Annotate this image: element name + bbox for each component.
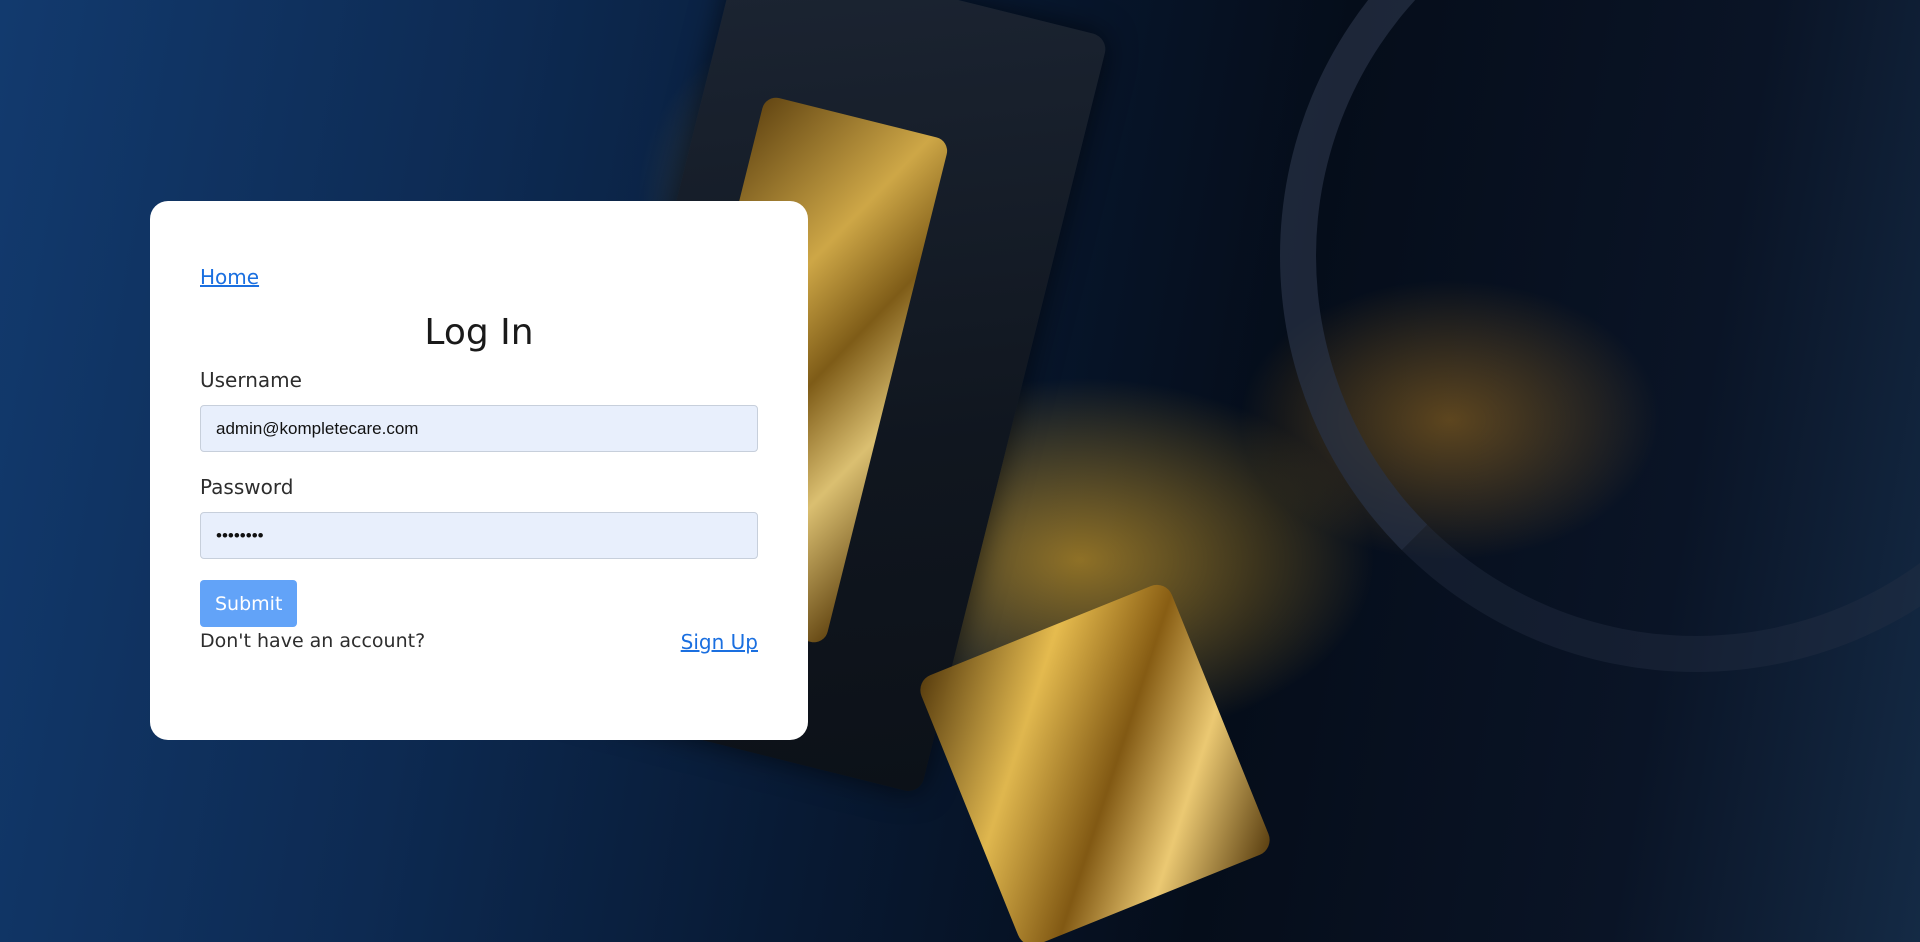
username-label: Username — [200, 368, 302, 392]
password-label: Password — [200, 475, 294, 499]
login-form-layer: Home Log In Username Password Submit Don… — [150, 0, 808, 942]
no-account-text: Don't have an account? — [200, 630, 426, 652]
page-title: Log In — [424, 312, 534, 353]
background-ring-decoration — [1280, 0, 1920, 672]
submit-button[interactable]: Submit — [200, 580, 298, 627]
signup-link[interactable]: Sign Up — [681, 630, 758, 654]
background-gold-bar — [915, 579, 1275, 942]
home-link[interactable]: Home — [200, 265, 259, 289]
password-input[interactable] — [200, 512, 758, 559]
signup-link-wrapper: Sign Up — [681, 630, 758, 654]
username-input[interactable] — [200, 405, 758, 452]
home-link-wrapper: Home — [200, 265, 259, 289]
